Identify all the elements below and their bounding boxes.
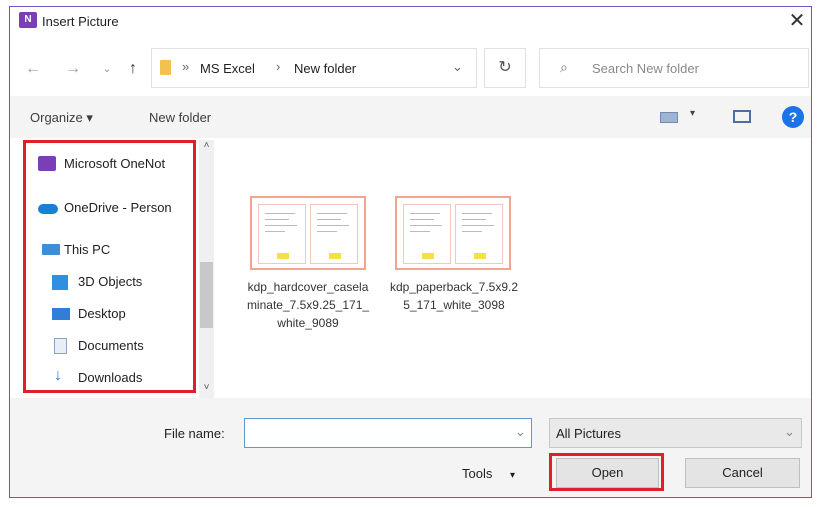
address-bar[interactable]: » MS Excel › New folder ⌄ [151, 48, 477, 88]
view-options-chevron-icon[interactable]: ▾ [690, 108, 695, 119]
recent-locations-chevron-icon[interactable]: ⌄ [96, 58, 118, 80]
search-box[interactable]: ⌕ Search New folder [539, 48, 809, 88]
file-name-dropdown-icon[interactable]: ⌄ [515, 424, 526, 440]
navigation-pane-highlight [23, 140, 196, 393]
breadcrumb-new-folder[interactable]: New folder [294, 61, 356, 76]
file-type-dropdown-icon: ⌄ [784, 424, 795, 439]
file-name-input[interactable]: ⌄ [244, 418, 532, 448]
breadcrumb-ms-excel[interactable]: MS Excel [200, 61, 255, 76]
up-arrow-icon[interactable]: ↑ [122, 58, 144, 80]
search-input[interactable]: Search New folder [592, 61, 699, 76]
preview-pane-icon[interactable] [733, 110, 751, 123]
onenote-app-icon: N [19, 12, 37, 28]
folder-icon [160, 60, 171, 75]
cancel-button[interactable]: Cancel [685, 458, 800, 488]
file-name-label: File name: [164, 426, 225, 441]
address-dropdown-icon[interactable]: ⌄ [452, 59, 463, 75]
scroll-up-icon[interactable]: ˄ [200, 140, 213, 154]
breadcrumb-separator-icon: » [182, 59, 190, 74]
file-thumbnail[interactable] [250, 196, 366, 270]
tools-menu[interactable]: Tools ▾ [462, 466, 515, 481]
file-name-label[interactable]: kdp_paperback_7.5x9.25_171_white_3098 [389, 278, 519, 314]
search-icon: ⌕ [560, 59, 568, 75]
back-arrow-icon[interactable]: ← [22, 58, 44, 80]
refresh-button[interactable]: ↻ [484, 48, 526, 88]
tools-label: Tools [462, 466, 493, 481]
view-options-icon[interactable] [660, 112, 678, 123]
scroll-down-icon[interactable]: ˅ [200, 382, 213, 396]
forward-arrow-icon[interactable]: → [62, 58, 84, 80]
help-icon[interactable]: ? [782, 106, 804, 128]
breadcrumb-chevron-icon: › [276, 59, 281, 74]
open-button-highlight [549, 453, 664, 491]
new-folder-button[interactable]: New folder [149, 110, 211, 125]
title-bar [10, 7, 811, 39]
file-name-label[interactable]: kdp_hardcover_caselaminate_7.5x9.25_171_… [243, 278, 373, 332]
tools-dropdown-icon: ▾ [509, 470, 516, 481]
refresh-icon: ↻ [498, 59, 512, 76]
file-type-value: All Pictures [556, 426, 622, 441]
file-type-select[interactable]: All Pictures ⌄ [549, 418, 802, 448]
close-button[interactable]: ✕ [786, 10, 808, 32]
dialog-title: Insert Picture [42, 14, 119, 29]
organize-button[interactable]: Organize ▾ [30, 110, 93, 126]
scrollbar-thumb[interactable] [200, 262, 213, 328]
file-thumbnail[interactable] [395, 196, 511, 270]
